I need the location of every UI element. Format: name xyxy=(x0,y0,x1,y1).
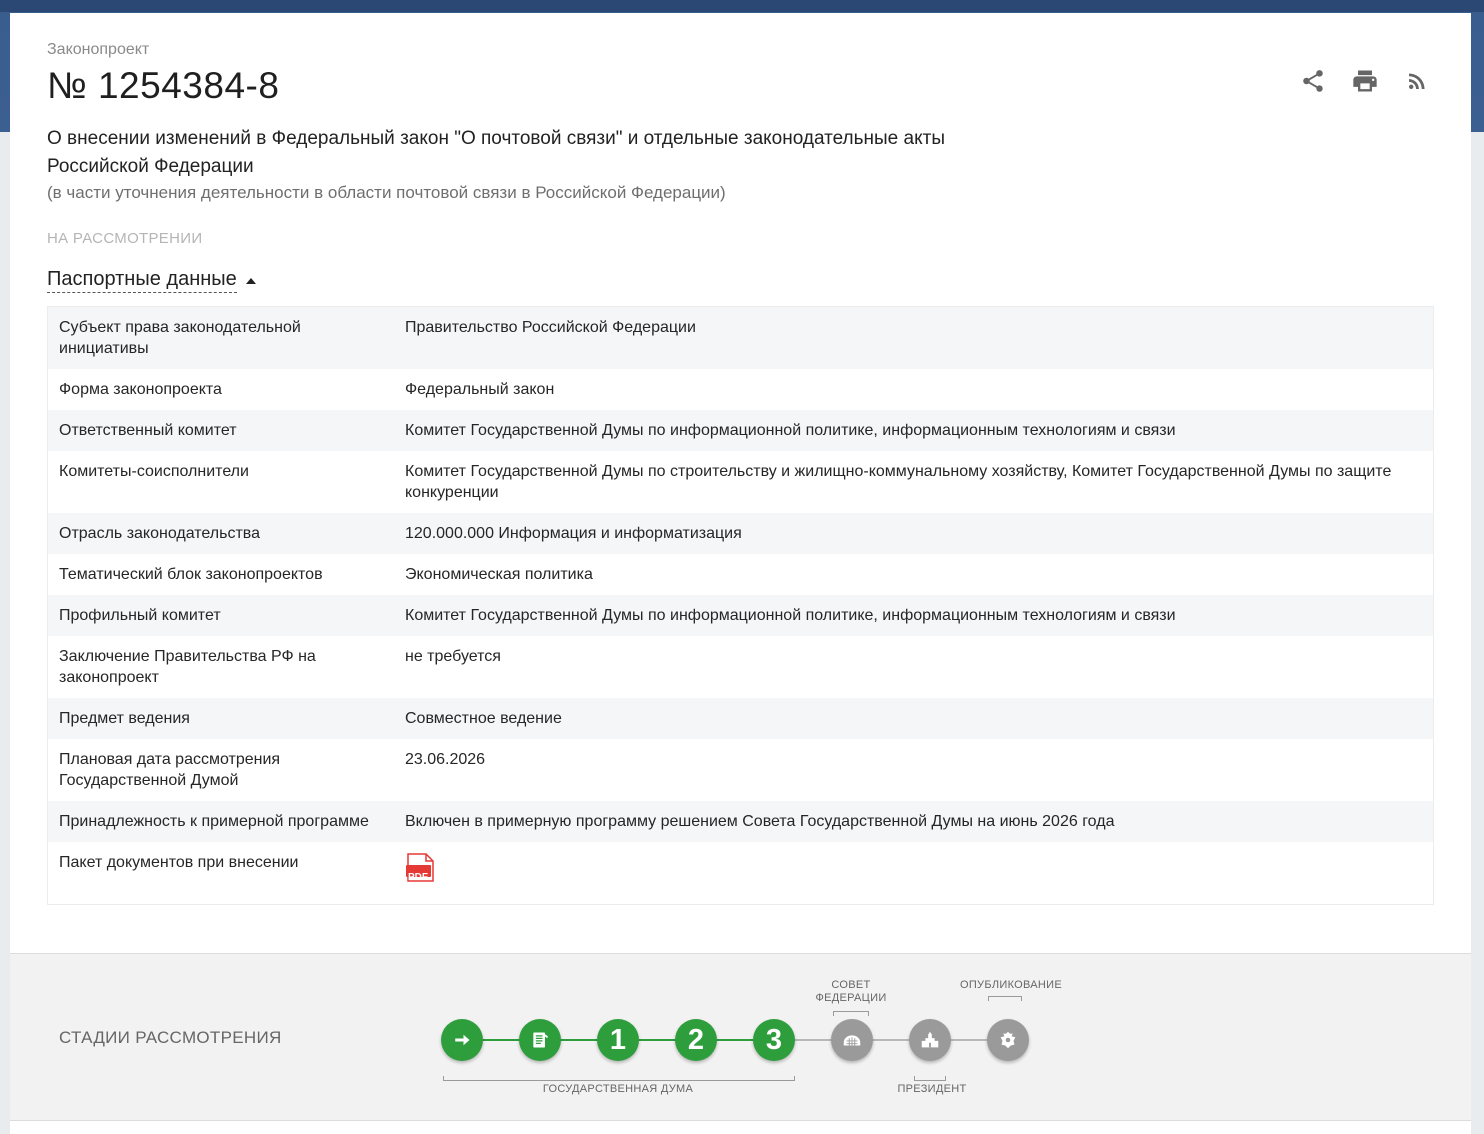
bill-kind-label: Законопроект xyxy=(47,41,150,58)
row-key: Заключение Правительства РФ на законопро… xyxy=(59,648,316,686)
council-caption: СОВЕТ ФЕДЕРАЦИИ xyxy=(815,979,887,1004)
row-key: Принадлежность к примерной программе xyxy=(59,813,369,830)
row-value: Включен в примерную программу решением С… xyxy=(405,813,1115,830)
stage-president[interactable] xyxy=(909,1019,951,1061)
row-value: Совместное ведение xyxy=(405,710,562,727)
table-row: Плановая дата рассмотрения Государственн… xyxy=(48,739,1433,801)
row-value: PDF xyxy=(405,852,1422,890)
table-row: Тематический блок законопроектов Экономи… xyxy=(48,554,1433,595)
row-value: не требуется xyxy=(405,648,501,665)
stage-second-reading[interactable]: 2 xyxy=(675,1019,717,1061)
duma-caption: ГОСУДАРСТВЕННАЯ ДУМА xyxy=(542,1083,694,1095)
table-row: Принадлежность к примерной программе Вкл… xyxy=(48,801,1433,842)
stages-title: СТАДИИ РАССМОТРЕНИЯ xyxy=(59,1028,282,1047)
arrow-right-icon xyxy=(455,1034,470,1046)
row-value: Экономическая политика xyxy=(405,566,593,583)
row-key: Тематический блок законопроектов xyxy=(59,566,323,583)
table-row: Профильный комитет Комитет Государственн… xyxy=(48,595,1433,636)
row-value: Комитет Государственной Думы по информац… xyxy=(405,422,1176,439)
row-key: Плановая дата рассмотрения Государственн… xyxy=(59,751,281,789)
council-chamber-icon xyxy=(843,1035,861,1046)
table-row: Пакет документов при внесении PDF xyxy=(48,842,1433,904)
row-key: Отрасль законодательства xyxy=(59,525,260,542)
bill-number: № 1254384-8 xyxy=(47,65,280,106)
stage-connector-pending xyxy=(774,1039,1006,1041)
table-row: Субъект права законодательной инициативы… xyxy=(48,307,1433,369)
table-row: Форма законопроекта Федеральный закон xyxy=(48,369,1433,410)
publication-caption: ОПУБЛИКОВАНИЕ xyxy=(959,979,1063,991)
pdf-icon[interactable]: PDF xyxy=(405,852,435,883)
passport-table: Субъект права законодательной инициативы… xyxy=(47,306,1434,905)
stage-introduction[interactable] xyxy=(441,1019,483,1061)
council-bracket xyxy=(833,1011,869,1016)
table-row: Отрасль законодательства 120.000.000 Инф… xyxy=(48,513,1433,554)
row-key: Профильный комитет xyxy=(59,607,221,624)
bill-card: Законопроект № 1254384-8 О внесении изме… xyxy=(10,13,1471,1134)
passport-toggle[interactable]: Паспортные данные xyxy=(47,268,256,293)
stage-publication[interactable] xyxy=(987,1019,1029,1061)
stage-third-reading-number: 3 xyxy=(765,1023,783,1056)
table-row: Ответственный комитет Комитет Государств… xyxy=(48,410,1433,451)
stage-first-reading[interactable]: 1 xyxy=(597,1019,639,1061)
stage-federation-council[interactable] xyxy=(831,1019,873,1061)
document-icon xyxy=(533,1032,549,1048)
row-key: Ответственный комитет xyxy=(59,422,237,439)
caret-up-icon xyxy=(245,277,256,284)
row-key: Субъект права законодательной инициативы xyxy=(59,319,301,357)
row-value: 23.06.2026 xyxy=(405,751,486,768)
president-bracket xyxy=(914,1076,946,1081)
table-row: Комитеты-соисполнители Комитет Государст… xyxy=(48,451,1433,513)
table-row: Предмет ведения Совместное ведение xyxy=(48,698,1433,739)
stage-preliminary[interactable] xyxy=(519,1019,561,1061)
row-value: Правительство Российской Федерации xyxy=(405,319,696,336)
passport-toggle-label: Паспортные данные xyxy=(47,268,237,293)
row-value: Федеральный закон xyxy=(405,381,555,398)
coat-of-arms-icon xyxy=(1000,1031,1016,1049)
row-value: Комитет Государственной Думы по информац… xyxy=(405,607,1176,624)
bill-subtitle: (в части уточнения деятельности в област… xyxy=(47,183,726,202)
table-row: Заключение Правительства РФ на законопро… xyxy=(48,636,1433,698)
status-label: НА РАССМОТРЕНИИ xyxy=(47,230,203,247)
stage-first-reading-number: 1 xyxy=(609,1023,627,1056)
stage-second-reading-number: 2 xyxy=(687,1023,705,1056)
stage-third-reading[interactable]: 3 xyxy=(753,1019,795,1061)
pdf-label: PDF xyxy=(408,872,428,883)
bill-actions xyxy=(1299,67,1431,95)
row-key: Предмет ведения xyxy=(59,710,190,727)
rss-icon[interactable] xyxy=(1403,67,1431,95)
kremlin-icon xyxy=(921,1031,939,1048)
print-icon[interactable] xyxy=(1351,67,1379,95)
row-key: Пакет документов при внесении xyxy=(59,854,299,871)
row-value: Комитет Государственной Думы по строител… xyxy=(405,463,1392,501)
row-key: Форма законопроекта xyxy=(59,381,222,398)
row-key: Комитеты-соисполнители xyxy=(59,463,249,480)
duma-bracket xyxy=(443,1076,795,1081)
president-caption: ПРЕЗИДЕНТ xyxy=(897,1083,967,1095)
publication-bracket xyxy=(988,996,1022,1001)
stages-panel: СТАДИИ РАССМОТРЕНИЯ 1 2 3 ГОСУДАРСТВЕННА… xyxy=(10,953,1471,1121)
row-value: 120.000.000 Информация и информатизация xyxy=(405,525,742,542)
share-icon[interactable] xyxy=(1299,67,1327,95)
bill-title: О внесении изменений в Федеральный закон… xyxy=(47,128,945,177)
